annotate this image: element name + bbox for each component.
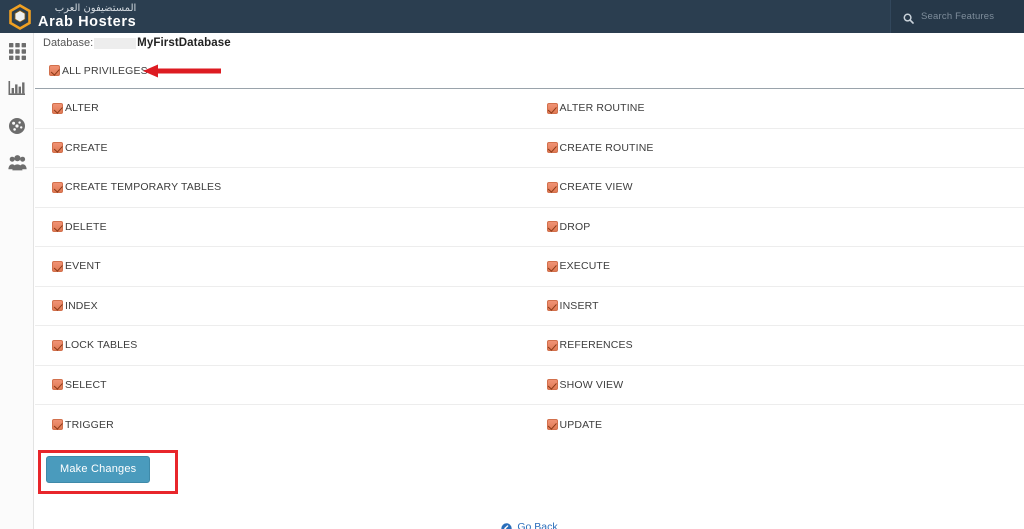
privilege-label: TRIGGER <box>65 418 114 431</box>
circle-back-icon <box>501 521 513 529</box>
sidebar-item-dashboard[interactable] <box>0 107 34 144</box>
left-sidebar <box>0 33 34 529</box>
privilege-label: CREATE <box>65 141 108 154</box>
database-label: Database: <box>43 37 94 49</box>
checkbox-create-temporary-tables[interactable] <box>52 181 63 193</box>
checkbox-execute[interactable] <box>546 260 558 272</box>
privilege-item[interactable]: CREATE VIEW <box>530 168 1024 207</box>
brand-logo[interactable]: المستضيفون العرب Arab Hosters <box>0 0 136 33</box>
database-name: MyFirstDatabase <box>137 37 231 49</box>
privilege-row: CREATE TEMPORARY TABLES CREATE VIEW <box>35 168 1024 208</box>
privileges-grid: ALTER ALTER ROUTINE CREATE CREATE ROUTINE CR… <box>35 89 1024 445</box>
database-header: Database: MyFirstDatabase <box>35 33 1024 53</box>
sidebar-item-apps-grid[interactable] <box>0 33 34 70</box>
privilege-item[interactable]: DROP <box>530 208 1024 247</box>
checkbox-drop[interactable] <box>546 221 558 233</box>
privilege-row: LOCK TABLES REFERENCES <box>35 326 1024 366</box>
privilege-label: SHOW VIEW <box>559 378 624 391</box>
privilege-item[interactable]: INSERT <box>530 287 1024 326</box>
privilege-item[interactable]: LOCK TABLES <box>35 326 530 365</box>
privilege-label: CREATE TEMPORARY TABLES <box>65 181 222 194</box>
bar-chart-icon <box>8 80 26 97</box>
search-placeholder-text: Search Features <box>921 11 995 22</box>
checkbox-create[interactable] <box>52 142 63 154</box>
action-area: Make Changes <box>35 445 1024 507</box>
checkbox-delete[interactable] <box>52 221 63 233</box>
privilege-label: SELECT <box>65 378 107 391</box>
go-back-label: Go Back <box>517 520 558 529</box>
brand-arabic-name: المستضيفون العرب <box>54 2 137 14</box>
privilege-item[interactable]: DELETE <box>35 208 530 247</box>
privilege-row: SELECT SHOW VIEW <box>35 366 1024 405</box>
checkbox-alter[interactable] <box>52 102 63 114</box>
checkbox-insert[interactable] <box>546 300 558 312</box>
sidebar-item-users[interactable] <box>0 144 34 181</box>
search-icon <box>903 11 914 24</box>
privilege-item[interactable]: EXECUTE <box>530 247 1024 286</box>
privilege-item[interactable]: SELECT <box>35 366 530 405</box>
privilege-label: ALTER ROUTINE <box>559 102 645 115</box>
privilege-item[interactable]: CREATE ROUTINE <box>530 129 1024 168</box>
checkbox-update[interactable] <box>546 419 558 431</box>
privilege-item[interactable]: TRIGGER <box>35 405 530 445</box>
privilege-item[interactable]: EVENT <box>35 247 530 286</box>
go-back-link[interactable]: Go Back <box>35 521 1024 529</box>
privilege-label: UPDATE <box>559 418 603 431</box>
privilege-item[interactable]: ALTER ROUTINE <box>530 89 1024 128</box>
privilege-label: DROP <box>559 220 591 233</box>
hexagon-ring-logo-icon <box>8 3 32 30</box>
privilege-row: EVENT EXECUTE <box>35 247 1024 287</box>
privilege-item[interactable]: INDEX <box>35 287 530 326</box>
privilege-label: DELETE <box>65 220 107 233</box>
search-features-box[interactable]: Search Features <box>890 0 1024 33</box>
privilege-label: INSERT <box>559 299 599 312</box>
sidebar-item-statistics[interactable] <box>0 70 34 107</box>
users-group-icon <box>7 154 27 171</box>
privilege-label: ALTER <box>65 102 99 115</box>
privilege-label: REFERENCES <box>559 339 633 352</box>
checkbox-create-routine[interactable] <box>546 142 558 154</box>
privilege-row: TRIGGER UPDATE <box>35 405 1024 445</box>
checkbox-select[interactable] <box>52 379 63 391</box>
checkbox-create-view[interactable] <box>546 181 558 193</box>
redacted-prefix <box>94 37 137 49</box>
privilege-label: INDEX <box>65 299 98 312</box>
privilege-item[interactable]: CREATE TEMPORARY TABLES <box>35 168 530 207</box>
make-changes-button[interactable]: Make Changes <box>46 455 151 483</box>
privilege-item[interactable]: ALTER <box>35 89 530 128</box>
main-content: Database: MyFirstDatabase ALL PRIVILEGES… <box>35 33 1024 529</box>
privilege-label: CREATE VIEW <box>559 181 633 194</box>
checkbox-event[interactable] <box>52 260 63 272</box>
checkbox-lock-tables[interactable] <box>52 339 63 351</box>
brand-english-name: Arab Hosters <box>38 13 137 30</box>
privilege-row: INDEX INSERT <box>35 287 1024 326</box>
checkbox-all-privileges[interactable] <box>49 65 60 76</box>
all-privileges-label: ALL PRIVILEGES <box>62 64 148 77</box>
checkbox-alter-routine[interactable] <box>546 102 558 114</box>
cpanel-privileges-page: المستضيفون العرب Arab Hosters Search Fea… <box>0 0 1024 529</box>
checkbox-trigger[interactable] <box>52 419 63 431</box>
privilege-row: CREATE CREATE ROUTINE <box>35 129 1024 168</box>
privilege-label: EXECUTE <box>559 260 611 273</box>
all-privileges-row[interactable]: ALL PRIVILEGES <box>35 53 1024 89</box>
privilege-row: DELETE DROP <box>35 208 1024 247</box>
privilege-label: EVENT <box>65 260 101 273</box>
checkbox-show-view[interactable] <box>546 379 558 391</box>
privilege-item[interactable]: UPDATE <box>530 405 1024 445</box>
privilege-item[interactable]: REFERENCES <box>530 326 1024 365</box>
privilege-item[interactable]: SHOW VIEW <box>530 366 1024 405</box>
privilege-row: ALTER ALTER ROUTINE <box>35 89 1024 129</box>
privilege-item[interactable]: CREATE <box>35 129 530 168</box>
grid-icon <box>8 43 26 60</box>
top-header-bar: المستضيفون العرب Arab Hosters Search Fea… <box>0 0 1024 33</box>
checkbox-references[interactable] <box>546 339 558 351</box>
privilege-label: LOCK TABLES <box>65 339 138 352</box>
privilege-label: CREATE ROUTINE <box>559 141 654 154</box>
checkbox-index[interactable] <box>52 300 63 312</box>
red-left-arrow-icon <box>143 63 221 79</box>
gauge-icon <box>8 117 26 135</box>
